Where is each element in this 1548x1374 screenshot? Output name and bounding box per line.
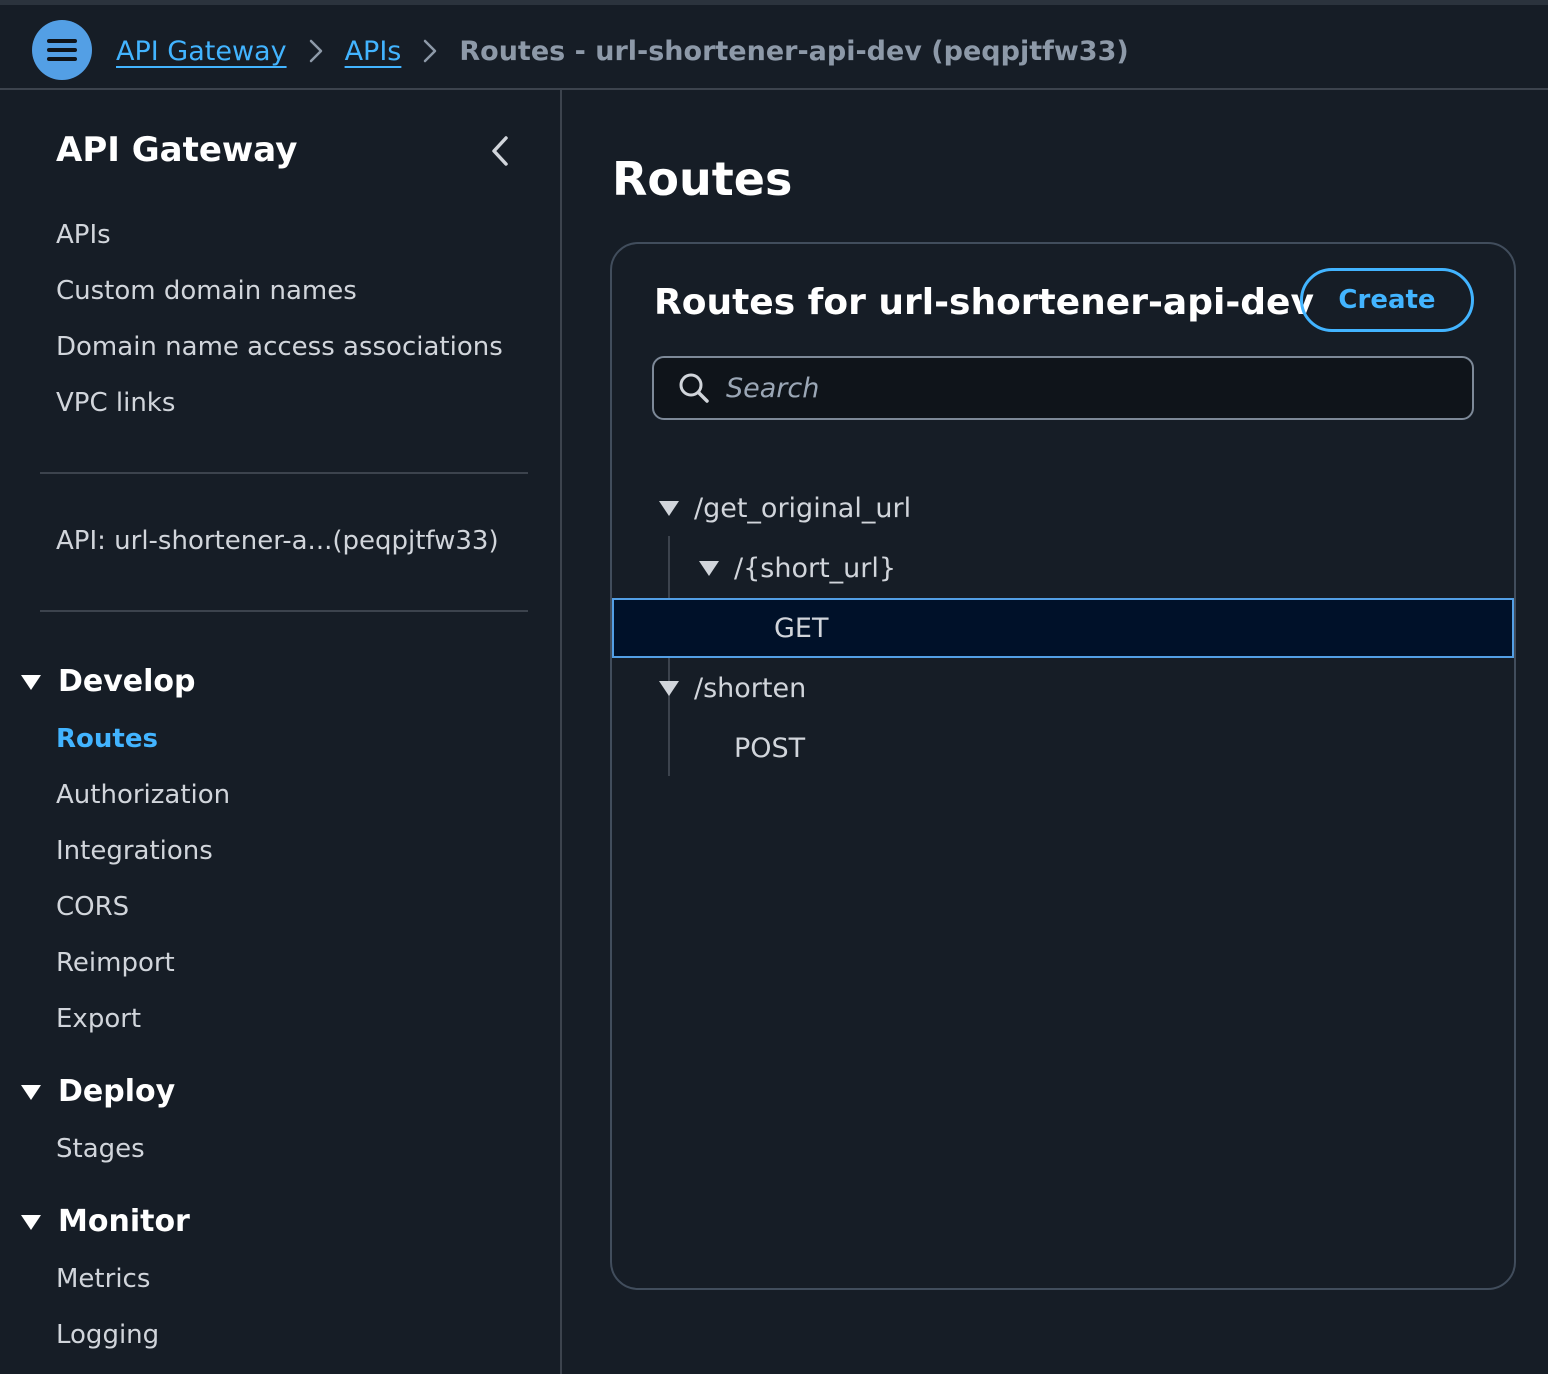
sidebar-item-authorization[interactable]: Authorization: [56, 780, 230, 810]
sidebar-item-routes[interactable]: Routes: [56, 724, 158, 754]
tree-node-get-original-url[interactable]: /get_original_url: [612, 478, 1514, 538]
tree-node-get-method[interactable]: GET: [612, 598, 1514, 658]
create-button[interactable]: Create: [1300, 268, 1474, 332]
sidebar-divider: [40, 472, 528, 474]
sidebar-item-custom-domain-names[interactable]: Custom domain names: [56, 276, 357, 306]
sidebar-item-apis[interactable]: APIs: [56, 220, 111, 250]
top-bar: API Gateway APIs Routes - url-shortener-…: [0, 0, 1548, 90]
sidebar-divider: [40, 610, 528, 612]
caret-down-icon: [659, 681, 679, 696]
tree-node-label: /get_original_url: [694, 492, 912, 524]
sidebar-title: API Gateway: [56, 130, 298, 170]
caret-down-icon: [21, 1084, 41, 1100]
tree-node-label: POST: [734, 732, 806, 764]
tree-node-post-method[interactable]: POST: [612, 718, 1514, 778]
tree-node-shorten[interactable]: /shorten: [612, 658, 1514, 718]
chevron-right-icon: [309, 39, 323, 63]
sidebar-item-cors[interactable]: CORS: [56, 892, 129, 922]
sidebar: API Gateway APIs Custom domain names Dom…: [0, 90, 562, 1374]
sidebar-section-develop[interactable]: Develop: [20, 664, 196, 699]
sidebar-item-export[interactable]: Export: [56, 1004, 141, 1034]
breadcrumb-current: Routes - url-shortener-api-dev (peqpjtfw…: [459, 35, 1129, 67]
sidebar-item-stages[interactable]: Stages: [56, 1134, 145, 1164]
search-icon: [679, 373, 709, 403]
caret-down-icon: [21, 1214, 41, 1230]
tree-node-label: GET: [774, 612, 829, 644]
sidebar-api-label: API: url-shortener-a...(peqpjtfw33): [56, 526, 499, 556]
chevron-left-icon: [492, 136, 508, 166]
tree-node-label: /shorten: [694, 672, 807, 704]
tree-node-short-url[interactable]: /{short_url}: [612, 538, 1514, 598]
sidebar-item-metrics[interactable]: Metrics: [56, 1264, 150, 1294]
breadcrumb: API Gateway APIs Routes - url-shortener-…: [116, 31, 1129, 71]
section-heading: Deploy: [58, 1074, 176, 1109]
menu-button[interactable]: [32, 20, 92, 80]
tree-node-label: /{short_url}: [734, 552, 897, 584]
search-input[interactable]: [726, 372, 1426, 404]
sidebar-item-reimport[interactable]: Reimport: [56, 948, 175, 978]
breadcrumb-api-gateway[interactable]: API Gateway: [116, 36, 287, 67]
page-title: Routes: [612, 152, 793, 206]
sidebar-item-logging[interactable]: Logging: [56, 1320, 159, 1350]
sidebar-item-integrations[interactable]: Integrations: [56, 836, 213, 866]
search-box: [652, 356, 1474, 420]
caret-down-icon: [21, 674, 41, 690]
breadcrumb-apis[interactable]: APIs: [345, 36, 402, 67]
collapse-sidebar-button[interactable]: [484, 134, 516, 168]
sidebar-section-deploy[interactable]: Deploy: [20, 1074, 175, 1109]
caret-down-icon: [699, 561, 719, 576]
routes-panel: Routes for url-shortener-api-dev Create …: [610, 242, 1516, 1290]
sidebar-section-monitor[interactable]: Monitor: [20, 1204, 190, 1239]
hamburger-icon: [47, 39, 77, 61]
section-heading: Develop: [58, 664, 196, 699]
sidebar-item-domain-name-access-associations[interactable]: Domain name access associations: [56, 332, 503, 362]
caret-down-icon: [659, 501, 679, 516]
section-heading: Monitor: [58, 1204, 190, 1239]
sidebar-item-vpc-links[interactable]: VPC links: [56, 388, 175, 418]
panel-title: Routes for url-shortener-api-dev: [654, 282, 1314, 323]
chevron-right-icon: [423, 39, 437, 63]
